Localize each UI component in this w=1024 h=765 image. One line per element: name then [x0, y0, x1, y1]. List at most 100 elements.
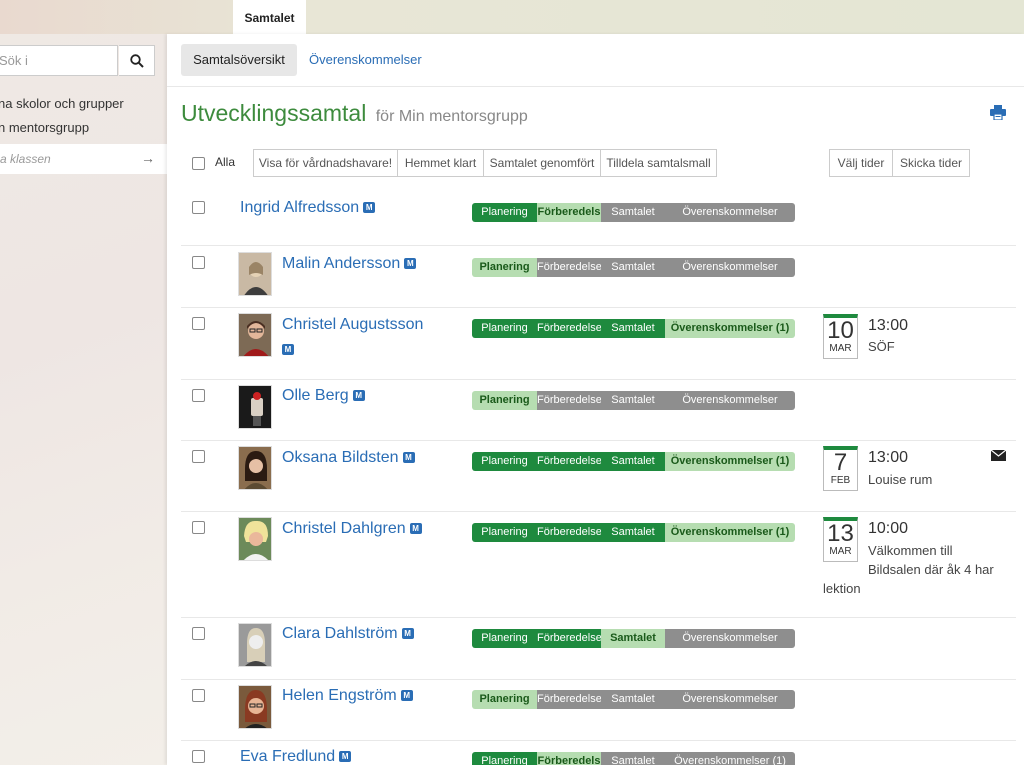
student-name-text: Oksana Bildsten — [282, 449, 399, 466]
tab-overenskommelser[interactable]: Överenskommelser — [309, 44, 422, 76]
stage-planering[interactable]: Planering — [472, 452, 537, 471]
stage-samtalet[interactable]: Samtalet — [601, 523, 665, 542]
stage-forberedelse[interactable]: Förberedelse — [537, 690, 601, 709]
stage-progress: Planering Förberedels Samtalet Överenskomme… — [472, 203, 795, 222]
stage-forberedelse[interactable]: Förberedelse — [537, 258, 601, 277]
stage-samtalet[interactable]: Samtalet — [601, 752, 665, 765]
meeting-note-line: Bildsalen där åk 4 har — [868, 562, 994, 577]
stage-samtalet[interactable]: Samtalet — [601, 452, 665, 471]
send-times-button[interactable]: Skicka tider — [892, 149, 970, 177]
student-name[interactable]: Helen Engström M — [282, 687, 413, 705]
show-to-guardians-button[interactable]: Visa för vårdnadshavare! — [253, 149, 398, 177]
student-name-text: Olle Berg — [282, 387, 349, 404]
select-all-checkbox[interactable] — [192, 157, 205, 170]
stage-overenskommelser[interactable]: Överenskommelser — [665, 203, 795, 222]
avatar — [238, 517, 272, 561]
stage-samtalet[interactable]: Samtalet — [601, 690, 665, 709]
stage-samtalet[interactable]: Samtalet — [601, 319, 665, 338]
assign-template-button[interactable]: Tilldela samtalsmall — [600, 149, 717, 177]
row-checkbox[interactable] — [192, 627, 205, 640]
meeting-date: 7 FEB — [823, 446, 858, 491]
stage-overenskommelser[interactable]: Överenskommelser — [665, 629, 795, 648]
stage-overenskommelser[interactable]: Överenskommelser — [665, 391, 795, 410]
student-name-text: Christel Dahlgren — [282, 520, 406, 537]
talk-done-button[interactable]: Samtalet genomfört — [483, 149, 601, 177]
student-name[interactable]: Clara Dahlström M — [282, 625, 414, 643]
meeting-note: SÖF — [868, 339, 895, 354]
student-name-text: Helen Engström — [282, 687, 397, 704]
stage-progress: Planering Förberedelse Samtalet Överenskomm… — [472, 391, 795, 410]
mentor-badge: M — [363, 202, 376, 214]
stage-planering[interactable]: Planering — [472, 752, 537, 765]
student-name-text: Malin Andersson — [282, 255, 401, 272]
stage-overenskommelser[interactable]: Överenskommelser (1) — [665, 752, 795, 765]
stage-overenskommelser[interactable]: Överenskommelser (1) — [665, 319, 795, 338]
student-name[interactable]: Malin Andersson M — [282, 255, 417, 273]
stage-planering[interactable]: Planering — [472, 203, 537, 222]
student-name[interactable]: Christel Augustsson — [282, 316, 423, 334]
stage-planering[interactable]: Planering — [472, 319, 537, 338]
meeting-time: 13:00 — [868, 317, 909, 334]
stage-samtalet[interactable]: Samtalet — [601, 629, 665, 648]
choose-times-button[interactable]: Välj tider — [829, 149, 893, 177]
student-name[interactable]: Oksana Bildsten M — [282, 449, 415, 467]
avatar — [238, 685, 272, 729]
print-icon[interactable] — [990, 105, 1006, 123]
meeting-date: 10 MAR — [823, 314, 858, 359]
row-checkbox[interactable] — [192, 689, 205, 702]
tab-samtalet[interactable]: Samtalet — [233, 0, 306, 34]
stage-overenskommelser[interactable]: Överenskommelser — [665, 690, 795, 709]
search-input[interactable]: Sök i — [0, 45, 118, 76]
tab-samtalsoversikt[interactable]: Samtalsöversikt — [181, 44, 297, 76]
stage-progress: Planering Förberedelse Samtalet Överenskomm… — [472, 690, 795, 709]
stage-overenskommelser[interactable]: Överenskommelser (1) — [665, 452, 795, 471]
student-name[interactable]: Eva Fredlund M — [240, 748, 352, 765]
stage-forberedelse[interactable]: Förberedelse — [537, 629, 601, 648]
stage-forberedelse[interactable]: Förberedelse — [537, 391, 601, 410]
meeting-day: 7 — [833, 449, 848, 476]
stage-forberedelse[interactable]: Förberedels — [537, 203, 601, 222]
avatar — [238, 623, 272, 667]
home-done-button[interactable]: Hemmet klart — [397, 149, 484, 177]
stage-planering[interactable]: Planering — [472, 523, 537, 542]
stage-samtalet[interactable]: Samtalet — [601, 203, 665, 222]
mentor-badge: M — [339, 751, 352, 763]
row-checkbox[interactable] — [192, 521, 205, 534]
row-checkbox[interactable] — [192, 201, 205, 214]
stage-planering[interactable]: Planering — [472, 629, 537, 648]
stage-overenskommelser[interactable]: Överenskommelser — [665, 258, 795, 277]
stage-planering[interactable]: Planering — [472, 690, 537, 709]
row-checkbox[interactable] — [192, 389, 205, 402]
avatar — [238, 313, 272, 357]
row-checkbox[interactable] — [192, 750, 205, 763]
envelope-icon[interactable] — [990, 449, 1007, 464]
mentor-badge: M — [282, 344, 294, 355]
stage-progress: Planering Förberedelse Samtalet Överenskomm… — [472, 258, 795, 277]
stage-forberedelse[interactable]: Förberedelse — [537, 319, 601, 338]
stage-overenskommelser[interactable]: Överenskommelser (1) — [665, 523, 795, 542]
stage-forberedelse[interactable]: Förberedelse — [537, 452, 601, 471]
stage-forberedelse[interactable]: Förberedelse — [537, 523, 601, 542]
student-name[interactable]: Olle Berg M — [282, 387, 365, 405]
search-button[interactable] — [119, 45, 155, 76]
stage-samtalet[interactable]: Samtalet — [601, 258, 665, 277]
student-name[interactable]: Christel Dahlgren M — [282, 520, 422, 538]
student-name[interactable]: Ingrid Alfredsson M — [240, 199, 376, 217]
stage-progress: Planering Förberedels Samtalet Överenskomme… — [472, 752, 795, 765]
stage-forberedelse[interactable]: Förberedels — [537, 752, 601, 765]
student-name-text: Clara Dahlström — [282, 625, 398, 642]
arrow-right-icon: → — [141, 150, 155, 166]
row-checkbox[interactable] — [192, 317, 205, 330]
stage-samtalet[interactable]: Samtalet — [601, 391, 665, 410]
student-name-text: Eva Fredlund — [240, 748, 336, 765]
stage-planering[interactable]: Planering — [472, 391, 537, 410]
sidebar-item-mentor-group[interactable]: n mentorsgrupp — [0, 120, 89, 135]
sidebar-current-label: a klassen — [0, 152, 51, 166]
stage-planering[interactable]: Planering — [472, 258, 537, 277]
sidebar-current-class[interactable]: a klassen → — [0, 144, 167, 174]
mentor-badge: M — [352, 390, 365, 402]
sidebar-item-schools[interactable]: na skolor och grupper — [0, 96, 124, 111]
row-checkbox[interactable] — [192, 450, 205, 463]
row-checkbox[interactable] — [192, 256, 205, 269]
meeting-date: 13 MAR — [823, 517, 858, 562]
